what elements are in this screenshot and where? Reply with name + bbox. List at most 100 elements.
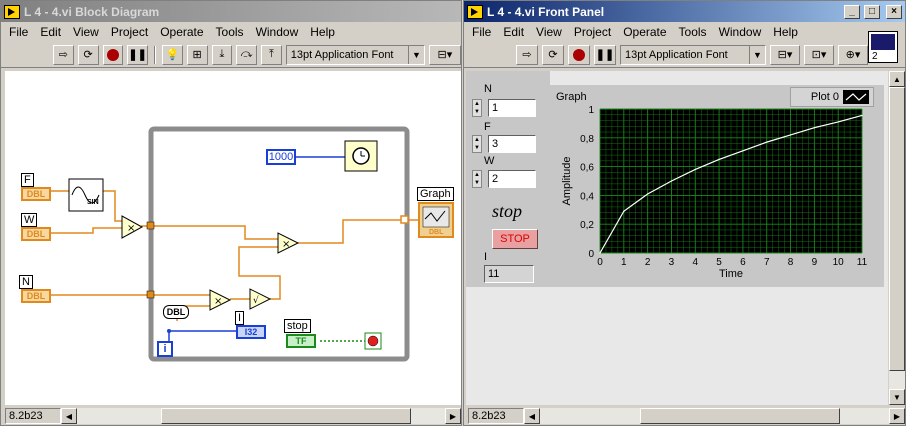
bd-scroll-track[interactable] [77,408,445,424]
fp-abort-button[interactable] [568,44,590,65]
graph-plot-svg: 0 1 2 3 4 5 6 7 8 9 10 11 0 0,2 0,4 0,6 0,8 1 Time Amplitud… [561,105,868,280]
dbl-conversion-node[interactable]: DBL [163,305,189,319]
bd-menu-file[interactable]: File [9,25,28,39]
fp-pause-button[interactable]: ❚❚ [594,44,616,65]
svg-text:×: × [214,296,222,307]
bd-titlebar[interactable]: L 4 - 4.vi Block Diagram [1,1,461,22]
scroll-right-icon[interactable]: ▶ [889,408,905,424]
w-terminal[interactable]: DBL [21,227,51,241]
pause-button[interactable]: ❚❚ [127,44,148,65]
sine-waveform-node [68,178,104,212]
x-tick-label: 1 [621,257,627,268]
bd-font-selector[interactable]: 13pt Application Font ▼ [285,44,425,65]
f-numeric-control[interactable]: ▲ ▼ 3 [472,135,536,153]
bd-menu-help[interactable]: Help [310,25,335,39]
loop-iteration-terminal[interactable]: i [157,341,173,357]
step-over-button[interactable]: ⤼ [236,44,257,65]
fp-titlebar[interactable]: L 4 - 4.vi Front Panel _ □ × [464,1,905,22]
wait-constant[interactable]: 1000 [266,149,296,165]
vi-icon[interactable]: 2 [868,31,898,63]
fp-scroll-track[interactable] [540,408,889,424]
step-into-button[interactable]: ⤓ [211,44,233,65]
fp-menu-tools[interactable]: Tools [679,25,707,39]
n-numeric-control[interactable]: ▲ ▼ 1 [472,99,536,117]
fp-run-button[interactable]: ⇨ [516,44,538,65]
chevron-down-icon: ▼ [749,45,765,64]
labview-app-icon [467,4,483,19]
spinner-icon[interactable]: ▲ ▼ [472,170,482,188]
x-tick-label: 6 [740,257,746,268]
stop-button[interactable]: STOP [492,229,538,249]
probe-icon: ⊞ [192,49,202,61]
front-panel-window: L 4 - 4.vi Front Panel _ □ × File Edit V… [463,0,906,426]
highlight-execution-button[interactable]: 💡 [162,44,183,65]
scroll-up-icon[interactable]: ▲ [889,71,905,87]
bd-menu-tools[interactable]: Tools [216,25,244,39]
data-point [623,210,625,212]
scroll-left-icon[interactable]: ◀ [61,408,77,424]
fp-menu-file[interactable]: File [472,25,491,39]
abort-icon [573,48,585,61]
fp-font-selector[interactable]: 13pt Application Font ▼ [620,44,766,65]
bd-canvas[interactable]: × × × √ F DBL W DBL N DBL SIN 1000 Graph… [5,71,461,405]
scroll-right-icon[interactable]: ▶ [445,408,461,424]
close-icon[interactable]: × [886,4,902,19]
abort-button[interactable] [102,44,124,65]
fp-resize-button[interactable]: ⊕▾ [838,44,868,65]
fp-vscroll-thumb[interactable] [889,87,905,371]
fp-align-button[interactable]: ⊟▾ [770,44,800,65]
bd-menu-project[interactable]: Project [111,25,148,39]
waveform-graph[interactable]: Graph Plot 0 0 1 2 3 4 5 6 7 8 9 10 11 0 0,2 0,4 0,6 0,8… [550,85,884,287]
abort-icon [106,48,119,61]
fp-vertical-scrollbar[interactable]: ▲ ▼ [889,71,905,405]
f-value[interactable]: 3 [488,135,536,153]
maximize-icon[interactable]: □ [864,4,880,19]
y-tick-label: 0,2 [580,220,594,231]
i-terminal[interactable]: I32 [236,325,266,339]
align-objects-button[interactable]: ⊟▾ [428,44,461,65]
x-tick-label: 10 [833,257,845,268]
x-tick-label: 3 [669,257,675,268]
fp-horizontal-scrollbar[interactable]: ◀ ▶ [524,408,905,424]
fp-distribute-button[interactable]: ⊡▾ [804,44,834,65]
bd-menu-view[interactable]: View [73,25,99,39]
vi-icon-number: 2 [872,51,878,62]
lightbulb-icon: 💡 [165,49,180,61]
w-terminal-label: W [21,213,38,227]
n-terminal[interactable]: DBL [21,289,51,303]
bd-menu-operate[interactable]: Operate [160,25,203,39]
bd-menu-edit[interactable]: Edit [40,25,61,39]
fp-menu-window[interactable]: Window [719,25,762,39]
run-continuously-button[interactable]: ⟳ [77,44,99,65]
w-numeric-control[interactable]: ▲ ▼ 2 [472,170,536,188]
scroll-down-icon[interactable]: ▼ [889,389,905,405]
scroll-left-icon[interactable]: ◀ [524,408,540,424]
sine-node-text: SIN [87,199,99,206]
spinner-icon[interactable]: ▲ ▼ [472,135,482,153]
f-terminal[interactable]: DBL [21,187,51,201]
fp-menu-operate[interactable]: Operate [623,25,666,39]
fp-menu-help[interactable]: Help [773,25,798,39]
bd-horizontal-scrollbar[interactable]: ◀ ▶ [61,408,461,424]
run-arrow-icon: ⇨ [522,49,532,61]
fp-menu-project[interactable]: Project [574,25,611,39]
bd-scroll-thumb[interactable] [161,408,411,424]
step-out-button[interactable]: ⤒ [261,44,282,65]
retain-wire-values-button[interactable]: ⊞ [186,44,208,65]
stop-terminal[interactable]: TF [286,334,316,348]
fp-scroll-thumb[interactable] [640,408,840,424]
bd-menu-window[interactable]: Window [256,25,299,39]
run-button[interactable]: ⇨ [53,44,74,65]
fp-canvas[interactable]: N ▲ ▼ 1 F ▲ ▼ 3 W ▲ ▼ 2 stop STOP I 11 Grap… [466,71,888,405]
minimize-icon[interactable]: _ [844,4,860,19]
multiply-node-3: × [209,289,232,311]
w-value[interactable]: 2 [488,170,536,188]
f-control-label: F [484,121,491,133]
fp-menu-view[interactable]: View [536,25,562,39]
spinner-icon[interactable]: ▲ ▼ [472,99,482,117]
square-root-node: √ [249,288,272,310]
wait-constant-value: 1000 [268,151,294,163]
n-value[interactable]: 1 [488,99,536,117]
fp-run-continuously-button[interactable]: ⟳ [542,44,564,65]
fp-menu-edit[interactable]: Edit [503,25,524,39]
